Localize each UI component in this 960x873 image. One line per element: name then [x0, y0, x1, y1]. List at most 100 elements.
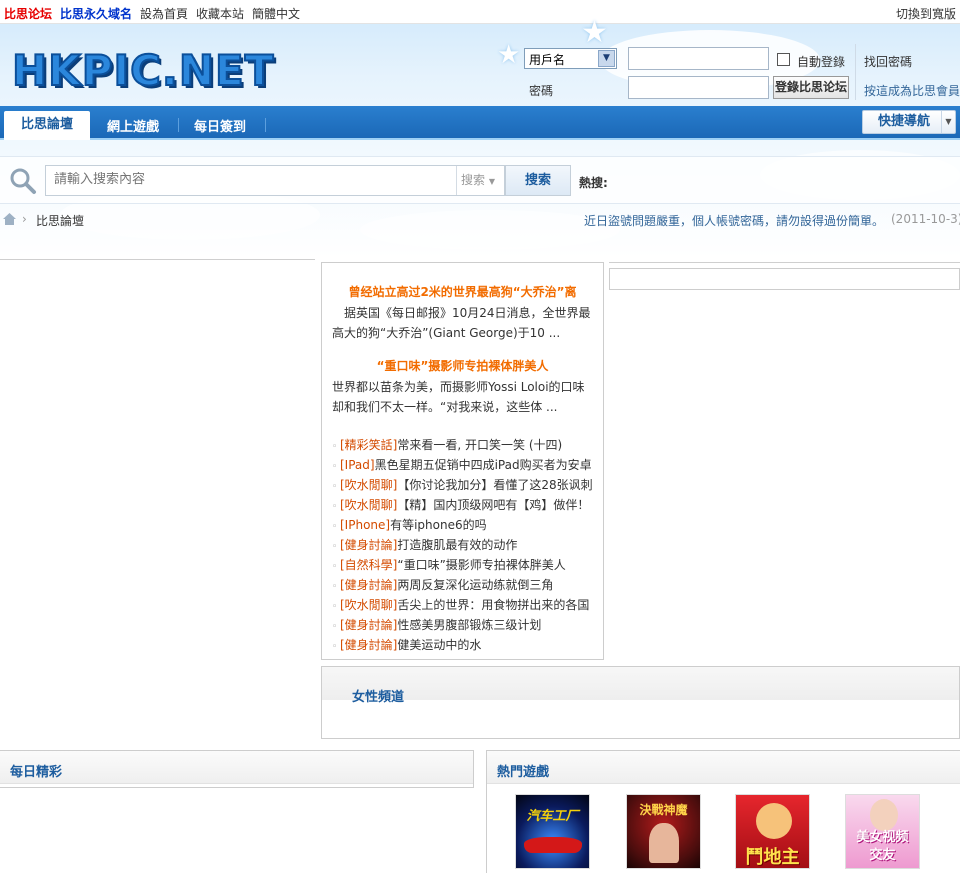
- chevron-down-icon: ▼: [941, 111, 955, 133]
- retrieve-password-link[interactable]: 找回密碼: [864, 53, 912, 70]
- quick-nav-label: 快捷導航: [878, 114, 931, 129]
- game-art-text: 決戰神魔: [639, 803, 688, 817]
- thread-tag[interactable]: [健身討論]: [340, 618, 397, 632]
- chevron-down-icon: ▼: [598, 50, 615, 67]
- featured-summary-1: 据英国《每日邮报》10月24日消息，全世界最高大的狗“大乔治”(Giant Ge…: [332, 306, 591, 340]
- search-type-label: 搜索: [461, 173, 486, 187]
- search-bar: 搜索 ▼ 搜索 熱搜:: [0, 156, 960, 204]
- home-icon[interactable]: [3, 213, 16, 225]
- search-icon: [10, 168, 36, 194]
- thread-title[interactable]: 打造腹肌最有效的动作: [397, 538, 517, 552]
- list-item[interactable]: ◦ [IPad]黑色星期五促销中四成iPad购买者为安卓: [332, 455, 602, 475]
- divider: [0, 259, 315, 260]
- hot-search-label: 熱搜:: [579, 176, 608, 190]
- thread-title[interactable]: 两周反复深化运动练就倒三角: [397, 578, 553, 592]
- thread-tag[interactable]: [健身討論]: [340, 578, 397, 592]
- women-channel-panel: 女性頻道: [321, 666, 960, 739]
- login-type-select[interactable]: 用戶名 ▼: [524, 48, 617, 69]
- topbar-link-homepage[interactable]: 設為首頁: [140, 5, 188, 22]
- site-logo[interactable]: HKPIC.NET: [11, 45, 274, 96]
- thread-tag[interactable]: [精彩笑話]: [340, 438, 397, 452]
- topbar-link-bookmark[interactable]: 收藏本站: [196, 5, 244, 22]
- featured-panel: 曾经站立高过2米的世界最高狗“大乔治”离 据英国《每日邮报》10月24日消息，全…: [321, 262, 604, 660]
- search-type-select[interactable]: 搜索 ▼: [456, 166, 505, 195]
- game-thumbnail-landlord[interactable]: 鬥地主: [735, 794, 810, 869]
- search-input[interactable]: [54, 172, 454, 187]
- panel-header: [487, 751, 960, 784]
- thread-title[interactable]: 黑色星期五促销中四成iPad购买者为安卓: [375, 458, 592, 472]
- list-item[interactable]: ◦ [吹水閒聊]【你讨论我加分】看懂了这28张讽刺: [332, 475, 602, 495]
- list-item[interactable]: ◦ [IPhone]有等iphone6的吗: [332, 515, 602, 535]
- list-item[interactable]: ◦ [健身討論]打造腹肌最有效的动作: [332, 535, 602, 555]
- thread-title[interactable]: 常来看一看, 开口笑一笑 (十四): [397, 438, 562, 452]
- topbar-link-domain[interactable]: 比思永久域名: [60, 5, 132, 22]
- list-item[interactable]: ◦ [健身討論]性感美男腹部锻炼三级计划: [332, 615, 602, 635]
- breadcrumb-current[interactable]: 比思論壇: [36, 212, 84, 229]
- quick-nav-button[interactable]: 快捷導航 ▼: [862, 110, 956, 134]
- search-button[interactable]: 搜索: [505, 165, 571, 196]
- switch-width-link[interactable]: 切換到寬版: [896, 5, 956, 22]
- login-button[interactable]: 登錄比思论坛: [773, 76, 849, 99]
- thread-list: ◦ [精彩笑話]常来看一看, 开口笑一笑 (十四) ◦ [IPad]黑色星期五促销中…: [332, 435, 602, 655]
- password-label: 密碼: [529, 84, 554, 98]
- username-input[interactable]: [628, 47, 769, 70]
- divider: [265, 118, 266, 132]
- auto-login-checkbox[interactable]: [777, 53, 790, 66]
- thread-tag[interactable]: [健身討論]: [340, 538, 397, 552]
- nav-item-games[interactable]: 網上遊戲: [107, 116, 159, 135]
- nav-item-checkin[interactable]: 每日簽到: [194, 116, 246, 135]
- thread-title[interactable]: 舌尖上的世界：用食物拼出来的各国: [397, 598, 589, 612]
- divider: [178, 118, 179, 132]
- topbar-link-simplified[interactable]: 簡體中文: [252, 5, 300, 22]
- login-type-value: 用戶名: [529, 53, 566, 67]
- featured-title-2[interactable]: “重口味”摄影师专拍裸体胖美人: [322, 357, 603, 374]
- game-art-text: 汽车工厂: [526, 809, 579, 824]
- daily-title[interactable]: 每日精彩: [10, 761, 62, 780]
- list-item[interactable]: ◦ [健身討論]两周反复深化运动练就倒三角: [332, 575, 602, 595]
- star-decoration: ★: [497, 40, 521, 70]
- featured-title-1[interactable]: 曾经站立高过2米的世界最高狗“大乔治”离: [322, 283, 603, 300]
- thread-title[interactable]: 有等iphone6的吗: [390, 518, 487, 532]
- thread-tag[interactable]: [吹水閒聊]: [340, 498, 397, 512]
- password-input[interactable]: [628, 76, 769, 99]
- notice-text[interactable]: 近日盜號問題嚴重，個人帳號密碼，請勿設得過份簡單。: [584, 212, 884, 229]
- daily-panel: 每日精彩: [0, 750, 474, 788]
- thread-tag[interactable]: [自然科學]: [340, 558, 397, 572]
- notice-date: (2011-10-3): [891, 212, 960, 226]
- thread-tag[interactable]: [IPad]: [340, 458, 375, 472]
- right-panel: [609, 268, 960, 290]
- thread-title[interactable]: 健美运动中的水: [397, 638, 481, 652]
- main-nav: 比思論壇 網上遊戲 每日簽到 快捷導航 ▼: [0, 106, 960, 140]
- hot-games-title[interactable]: 熱門遊戲: [497, 761, 549, 780]
- list-item[interactable]: ◦ [吹水閒聊]舌尖上的世界：用食物拼出来的各国: [332, 595, 602, 615]
- register-link[interactable]: 按這成為比思會員: [864, 82, 960, 99]
- thread-tag[interactable]: [IPhone]: [340, 518, 390, 532]
- divider: [609, 262, 960, 263]
- thread-tag[interactable]: [健身討論]: [340, 638, 397, 652]
- chevron-down-icon: ▼: [488, 177, 495, 186]
- auto-login-label: 自動登錄: [797, 55, 846, 69]
- thread-tag[interactable]: [吹水閒聊]: [340, 598, 397, 612]
- list-item[interactable]: ◦ [健身討論]健美运动中的水: [332, 635, 602, 655]
- nav-item-forum[interactable]: 比思論壇: [4, 111, 90, 140]
- thread-title[interactable]: 【精】国内顶级网吧有【鸡】做伴！: [397, 498, 589, 512]
- search-box: 搜索 ▼: [45, 165, 505, 196]
- breadcrumb-separator: ›: [22, 212, 27, 226]
- thread-tag[interactable]: [吹水閒聊]: [340, 478, 397, 492]
- list-item[interactable]: ◦ [吹水閒聊]【精】国内顶级网吧有【鸡】做伴！: [332, 495, 602, 515]
- game-thumbnail-battle[interactable]: 決戰神魔: [626, 794, 701, 869]
- game-thumbnail-car[interactable]: 汽车工厂: [515, 794, 590, 869]
- women-channel-title[interactable]: 女性頻道: [352, 686, 404, 705]
- featured-summary-2: 世界都以苗条为美，而摄影师Yossi Loloi的口味却和我们不太一样。“对我来…: [332, 380, 585, 414]
- topbar-link-forum[interactable]: 比思论坛: [4, 5, 52, 22]
- list-item[interactable]: ◦ [精彩笑話]常来看一看, 开口笑一笑 (十四): [332, 435, 602, 455]
- thread-title[interactable]: 【你讨论我加分】看懂了这28张讽刺: [397, 478, 592, 492]
- thread-title[interactable]: 性感美男腹部锻炼三级计划: [397, 618, 541, 632]
- list-item[interactable]: ◦ [自然科學]“重口味”摄影师专拍裸体胖美人: [332, 555, 602, 575]
- panel-header: [0, 751, 473, 784]
- thread-title[interactable]: “重口味”摄影师专拍裸体胖美人: [397, 558, 565, 572]
- panel-header: [322, 667, 959, 700]
- divider: [855, 44, 856, 100]
- game-thumbnail-video-chat[interactable]: 美女视频交友: [845, 794, 920, 869]
- top-bar: 比思论坛 比思永久域名 設為首頁 收藏本站 簡體中文 切換到寬版: [0, 0, 960, 24]
